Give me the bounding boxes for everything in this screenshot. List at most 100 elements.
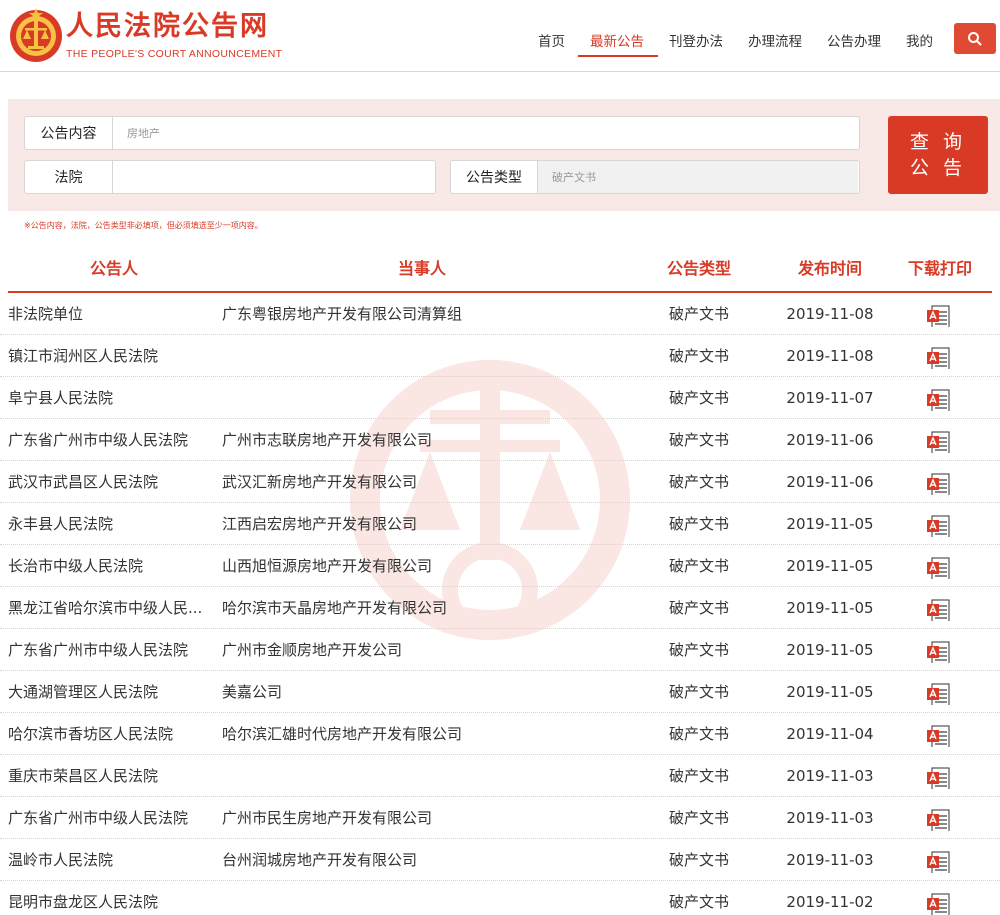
pdf-download-icon[interactable] xyxy=(926,723,952,747)
party-cell[interactable]: 广州市志联房地产开发有限公司 xyxy=(222,419,642,461)
court-emblem-icon[interactable] xyxy=(8,6,64,64)
pdf-download-icon[interactable] xyxy=(926,765,952,789)
date-cell: 2019-11-03 xyxy=(786,809,874,827)
header-type: 公告类型 xyxy=(666,259,731,278)
pdf-download-icon[interactable] xyxy=(926,387,952,411)
date-cell: 2019-11-05 xyxy=(786,557,874,575)
table-row[interactable]: 哈尔滨市香坊区人民法院 哈尔滨汇雄时代房地产开发有限公司 破产文书 2019-11-0… xyxy=(0,713,1000,755)
date-cell: 2019-11-05 xyxy=(786,641,874,659)
pdf-download-icon[interactable] xyxy=(926,303,952,327)
nav-latest[interactable]: 最新公告 xyxy=(590,30,644,50)
content-input[interactable]: 房地产 xyxy=(113,117,853,149)
publisher-cell[interactable]: 温岭市人民法院 xyxy=(8,839,212,881)
publisher-cell[interactable]: 非法院单位 xyxy=(8,293,212,335)
table-row[interactable]: 非法院单位 广东粤银房地产开发有限公司清算组 破产文书 2019-11-08 xyxy=(0,293,1000,335)
table-row[interactable]: 广东省广州市中级人民法院 广州市金顺房地产开发公司 破产文书 2019-11-05 xyxy=(0,629,1000,671)
party-cell[interactable]: 山西旭恒源房地产开发有限公司 xyxy=(222,545,642,587)
table-row[interactable]: 广东省广州市中级人民法院 广州市民生房地产开发有限公司 破产文书 2019-11-03 xyxy=(0,797,1000,839)
nav-process[interactable]: 办理流程 xyxy=(748,30,802,50)
publisher-cell[interactable]: 广东省广州市中级人民法院 xyxy=(8,797,212,839)
header-party: 当事人 xyxy=(397,259,446,278)
court-label: 法院 xyxy=(25,161,113,193)
date-cell: 2019-11-05 xyxy=(786,599,874,617)
pdf-download-icon[interactable] xyxy=(926,513,952,537)
publisher-cell[interactable]: 镇江市润州区人民法院 xyxy=(8,335,212,377)
date-cell: 2019-11-06 xyxy=(786,431,874,449)
type-field[interactable]: 公告类型 破产文书 xyxy=(450,160,860,194)
date-cell: 2019-11-02 xyxy=(786,893,874,911)
party-cell[interactable]: 哈尔滨汇雄时代房地产开发有限公司 xyxy=(222,713,642,755)
announcement-table: 非法院单位 广东粤银房地产开发有限公司清算组 破产文书 2019-11-08 镇江市润州… xyxy=(0,293,1000,915)
pdf-download-icon[interactable] xyxy=(926,807,952,831)
pdf-download-icon[interactable] xyxy=(926,471,952,495)
table-row[interactable]: 永丰县人民法院 江西启宏房地产开发有限公司 破产文书 2019-11-05 xyxy=(0,503,1000,545)
query-button[interactable]: 查 询 公 告 xyxy=(888,116,988,194)
type-cell: 破产文书 xyxy=(668,725,729,743)
type-cell: 破产文书 xyxy=(668,515,729,533)
date-cell: 2019-11-06 xyxy=(786,473,874,491)
party-cell[interactable]: 武汉汇新房地产开发有限公司 xyxy=(222,461,642,503)
table-row[interactable]: 大通湖管理区人民法院 美嘉公司 破产文书 2019-11-05 xyxy=(0,671,1000,713)
publisher-cell[interactable]: 广东省广州市中级人民法院 xyxy=(8,629,212,671)
pdf-download-icon[interactable] xyxy=(926,849,952,873)
date-cell: 2019-11-03 xyxy=(786,767,874,785)
header-date: 发布时间 xyxy=(797,259,862,278)
party-cell[interactable]: 江西启宏房地产开发有限公司 xyxy=(222,503,642,545)
nav-publish-method[interactable]: 刊登办法 xyxy=(669,30,723,50)
nav-active-underline xyxy=(578,55,658,57)
type-select[interactable]: 破产文书 xyxy=(538,161,858,193)
header-search-button[interactable] xyxy=(954,23,996,54)
table-row[interactable]: 昆明市盘龙区人民法院 破产文书 2019-11-02 xyxy=(0,881,1000,915)
type-label: 公告类型 xyxy=(451,161,538,193)
content-field[interactable]: 公告内容 房地产 xyxy=(24,116,860,150)
type-cell: 破产文书 xyxy=(668,473,729,491)
table-row[interactable]: 镇江市润州区人民法院 破产文书 2019-11-08 xyxy=(0,335,1000,377)
publisher-cell[interactable]: 长治市中级人民法院 xyxy=(8,545,212,587)
brand-title: 人民法院公告网 xyxy=(66,11,269,42)
date-cell: 2019-11-03 xyxy=(786,851,874,869)
party-cell[interactable]: 台州润城房地产开发有限公司 xyxy=(222,839,642,881)
nav-apply[interactable]: 公告办理 xyxy=(827,30,881,50)
table-row[interactable]: 武汉市武昌区人民法院 武汉汇新房地产开发有限公司 破产文书 2019-11-06 xyxy=(0,461,1000,503)
party-cell[interactable]: 美嘉公司 xyxy=(222,671,642,713)
party-cell[interactable]: 广东粤银房地产开发有限公司清算组 xyxy=(222,293,642,335)
nav-mine[interactable]: 我的 xyxy=(906,30,933,50)
pdf-download-icon[interactable] xyxy=(926,681,952,705)
pdf-download-icon[interactable] xyxy=(926,345,952,369)
court-field[interactable]: 法院 xyxy=(24,160,436,194)
table-row[interactable]: 重庆市荣昌区人民法院 破产文书 2019-11-03 xyxy=(0,755,1000,797)
publisher-cell[interactable]: 阜宁县人民法院 xyxy=(8,377,212,419)
pdf-download-icon[interactable] xyxy=(926,639,952,663)
pdf-download-icon[interactable] xyxy=(926,597,952,621)
publisher-cell[interactable]: 大通湖管理区人民法院 xyxy=(8,671,212,713)
header-download: 下载打印 xyxy=(907,259,972,278)
type-cell: 破产文书 xyxy=(668,305,729,323)
publisher-cell[interactable]: 武汉市武昌区人民法院 xyxy=(8,461,212,503)
type-cell: 破产文书 xyxy=(668,557,729,575)
publisher-cell[interactable]: 永丰县人民法院 xyxy=(8,503,212,545)
publisher-cell[interactable]: 黑龙江省哈尔滨市中级人民... xyxy=(8,587,212,629)
query-button-line1: 查 询 xyxy=(909,131,967,153)
publisher-cell[interactable]: 重庆市荣昌区人民法院 xyxy=(8,755,212,797)
table-row[interactable]: 长治市中级人民法院 山西旭恒源房地产开发有限公司 破产文书 2019-11-05 xyxy=(0,545,1000,587)
content-label: 公告内容 xyxy=(25,117,113,149)
party-cell[interactable]: 广州市金顺房地产开发公司 xyxy=(222,629,642,671)
type-cell: 破产文书 xyxy=(668,599,729,617)
header-publisher: 公告人 xyxy=(89,259,138,278)
table-row[interactable]: 广东省广州市中级人民法院 广州市志联房地产开发有限公司 破产文书 2019-11-06 xyxy=(0,419,1000,461)
date-cell: 2019-11-05 xyxy=(786,515,874,533)
publisher-cell[interactable]: 昆明市盘龙区人民法院 xyxy=(8,881,212,915)
party-cell[interactable]: 哈尔滨市天晶房地产开发有限公司 xyxy=(222,587,642,629)
date-cell: 2019-11-08 xyxy=(786,347,874,365)
table-row[interactable]: 阜宁县人民法院 破产文书 2019-11-07 xyxy=(0,377,1000,419)
nav-home[interactable]: 首页 xyxy=(538,30,565,50)
court-input[interactable] xyxy=(113,161,433,193)
table-row[interactable]: 温岭市人民法院 台州润城房地产开发有限公司 破产文书 2019-11-03 xyxy=(0,839,1000,881)
party-cell[interactable]: 广州市民生房地产开发有限公司 xyxy=(222,797,642,839)
pdf-download-icon[interactable] xyxy=(926,891,952,915)
pdf-download-icon[interactable] xyxy=(926,429,952,453)
pdf-download-icon[interactable] xyxy=(926,555,952,579)
table-row[interactable]: 黑龙江省哈尔滨市中级人民... 哈尔滨市天晶房地产开发有限公司 破产文书 2019-1… xyxy=(0,587,1000,629)
publisher-cell[interactable]: 广东省广州市中级人民法院 xyxy=(8,419,212,461)
publisher-cell[interactable]: 哈尔滨市香坊区人民法院 xyxy=(8,713,212,755)
